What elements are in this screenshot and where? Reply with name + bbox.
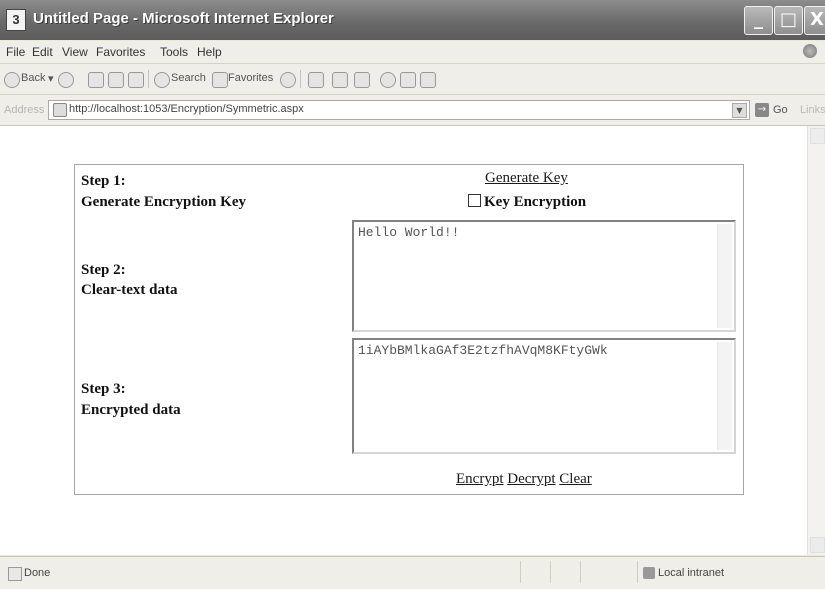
step2-text: Clear-text data <box>81 282 178 298</box>
favorites-star-icon[interactable] <box>212 72 228 88</box>
search-button[interactable]: Search <box>171 72 206 84</box>
address-url[interactable]: http://localhost:1053/Encryption/Symmetr… <box>69 103 304 115</box>
edit-icon[interactable] <box>354 72 370 88</box>
address-field[interactable]: http://localhost:1053/Encryption/Symmetr… <box>48 100 750 120</box>
refresh-icon[interactable] <box>108 72 124 88</box>
cleartext-scrollbar[interactable] <box>717 224 732 328</box>
step3-title: Step 3: <box>81 381 126 397</box>
go-button[interactable]: Go <box>773 104 788 116</box>
encrypted-value: 1iAYbBMlkaGAf3E2tzfhAVqM8KFtyGWk <box>358 343 608 358</box>
search-icon[interactable] <box>154 72 170 88</box>
menu-edit[interactable]: Edit <box>32 45 53 59</box>
encrypted-textarea[interactable]: 1iAYbBMlkaGAf3E2tzfhAVqM8KFtyGWk <box>352 338 736 454</box>
menu-help[interactable]: Help <box>197 45 222 59</box>
encrypted-scrollbar[interactable] <box>717 342 732 450</box>
menu-tools[interactable]: Tools <box>160 45 188 59</box>
address-bar: Address http://localhost:1053/Encryption… <box>0 95 825 126</box>
menu-favorites[interactable]: Favorites <box>96 45 145 59</box>
scroll-down-arrow-icon[interactable] <box>810 537 825 553</box>
menu-view[interactable]: View <box>62 45 88 59</box>
ie-icon: 3 <box>6 9 26 31</box>
links-button[interactable]: Links <box>800 104 825 116</box>
discuss-icon[interactable] <box>380 72 396 88</box>
step3-text: Encrypted data <box>81 402 181 418</box>
mail-icon[interactable] <box>308 72 324 88</box>
step1-title: Step 1: <box>81 173 126 189</box>
back-dropdown-icon[interactable]: ▾ <box>48 72 54 85</box>
back-button[interactable]: Back <box>21 72 45 84</box>
go-arrow-icon[interactable]: → <box>755 103 769 117</box>
forward-arrow-icon[interactable] <box>58 72 74 88</box>
minimize-button[interactable]: _ <box>744 6 773 35</box>
cleartext-textarea[interactable]: Hello World!! <box>352 220 736 332</box>
stop-icon[interactable] <box>88 72 104 88</box>
title-bar: 3 Untitled Page - Microsoft Internet Exp… <box>0 0 825 40</box>
page-scrollbar[interactable] <box>807 126 825 555</box>
key-encryption-option[interactable]: Key Encryption <box>468 194 586 211</box>
home-icon[interactable] <box>128 72 144 88</box>
encrypt-link[interactable]: Encrypt <box>456 471 503 487</box>
key-encryption-label: Key Encryption <box>484 194 587 210</box>
menu-file[interactable]: File <box>6 45 25 59</box>
page-content: Step 1: Generate Encryption Key Generate… <box>0 126 807 555</box>
research-icon[interactable] <box>400 72 416 88</box>
cleartext-value: Hello World!! <box>358 225 460 240</box>
page-icon <box>53 103 67 117</box>
toolbar-separator <box>300 70 301 88</box>
intranet-zone-icon <box>643 567 655 579</box>
page-done-icon <box>8 567 22 581</box>
scroll-up-arrow-icon[interactable] <box>810 128 825 144</box>
toolbar-separator <box>148 70 149 88</box>
status-divider <box>550 561 551 583</box>
step2-title: Step 2: <box>81 262 126 278</box>
back-arrow-icon[interactable] <box>4 72 20 88</box>
maximize-button[interactable]: □ <box>774 6 803 35</box>
print-icon[interactable] <box>332 72 348 88</box>
close-button[interactable]: X <box>804 6 825 35</box>
address-label: Address <box>4 104 45 116</box>
encryption-form-table: Step 1: Generate Encryption Key Generate… <box>74 164 744 495</box>
action-links: Encrypt Decrypt Clear <box>456 471 592 488</box>
clear-link[interactable]: Clear <box>559 471 591 487</box>
step1-text: Generate Encryption Key <box>81 194 246 210</box>
browser-window: 3 Untitled Page - Microsoft Internet Exp… <box>0 0 825 589</box>
messenger-icon[interactable] <box>420 72 436 88</box>
status-text: Done <box>24 567 51 579</box>
status-divider <box>520 561 521 583</box>
decrypt-link[interactable]: Decrypt <box>507 471 555 487</box>
status-bar: Done Local intranet <box>0 556 825 589</box>
toolbar: Back ▾ Search Favorites <box>0 64 825 95</box>
generate-key-link[interactable]: Generate Key <box>485 170 568 187</box>
key-encryption-checkbox[interactable] <box>468 194 481 207</box>
zone-text: Local intranet <box>658 567 725 579</box>
favorites-button[interactable]: Favorites <box>228 72 273 84</box>
status-divider <box>637 561 638 583</box>
window-title: Untitled Page - Microsoft Internet Explo… <box>33 10 334 27</box>
history-icon[interactable] <box>280 72 296 88</box>
menu-bar: File Edit View Favorites Tools Help <box>0 41 825 64</box>
windows-logo-icon <box>803 44 817 58</box>
address-dropdown-icon[interactable]: ▼ <box>732 103 747 118</box>
status-divider <box>580 561 581 583</box>
